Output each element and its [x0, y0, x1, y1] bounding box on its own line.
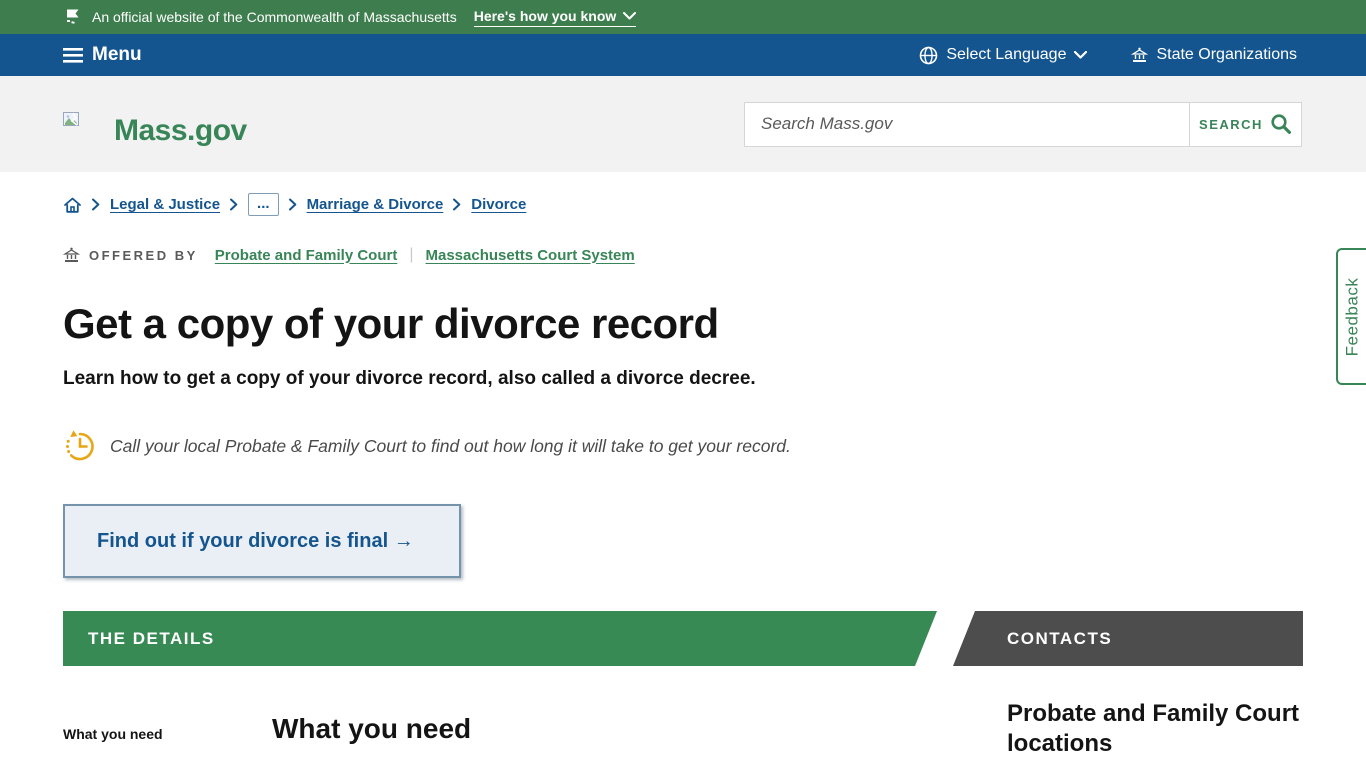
details-nav-sidebar: What you need	[63, 666, 272, 759]
breadcrumb-marriage-divorce[interactable]: Marriage & Divorce	[307, 196, 444, 213]
chevron-right-icon	[289, 198, 297, 211]
offered-by-label: OFFERED BY	[89, 248, 198, 263]
breadcrumb-ellipsis[interactable]: ...	[248, 193, 279, 216]
breadcrumb-legal-justice[interactable]: Legal & Justice	[110, 196, 220, 213]
capitol-building-icon	[63, 247, 80, 263]
site-header: Mass.gov SEARCH	[0, 76, 1366, 172]
search-input[interactable]	[745, 103, 1189, 146]
page-title: Get a copy of your divorce record	[63, 300, 1303, 348]
capitol-building-icon	[1131, 47, 1148, 63]
globe-icon	[919, 46, 938, 65]
offered-by-probate-court-link[interactable]: Probate and Family Court	[215, 247, 398, 264]
menu-button[interactable]: Menu	[63, 44, 142, 66]
breadcrumb: Legal & Justice ... Marriage & Divorce D…	[63, 193, 1303, 216]
offered-by-court-system-link[interactable]: Massachusetts Court System	[425, 247, 634, 264]
right-arrow-icon: →	[394, 530, 414, 552]
hamburger-icon	[63, 48, 83, 63]
official-banner-text: An official website of the Commonwealth …	[92, 9, 457, 25]
time-notice-text: Call your local Probate & Family Court t…	[110, 436, 791, 457]
chevron-down-icon	[1074, 51, 1087, 59]
breadcrumb-divorce[interactable]: Divorce	[471, 196, 526, 213]
state-organizations-link[interactable]: State Organizations	[1131, 46, 1297, 64]
feedback-label: Feedback	[1342, 277, 1362, 356]
chevron-down-icon	[623, 12, 636, 20]
details-content: What you need	[272, 666, 953, 759]
contacts-content: Probate and Family Court locations	[953, 666, 1303, 759]
logo-text: Mass.gov	[114, 114, 247, 148]
cta-text: Find out if your divorce is final	[97, 530, 388, 552]
section-banner-row: THE DETAILS CONTACTS	[63, 611, 1303, 666]
search-button[interactable]: SEARCH	[1189, 103, 1301, 146]
what-you-need-heading: What you need	[272, 713, 953, 745]
how-you-know-link[interactable]: Here's how you know	[474, 8, 637, 27]
state-flag-icon	[63, 7, 83, 27]
official-banner: An official website of the Commonwealth …	[0, 0, 1366, 34]
main-content: Legal & Justice ... Marriage & Divorce D…	[0, 193, 1366, 759]
clock-history-icon	[63, 428, 97, 464]
search-icon	[1270, 113, 1292, 135]
sidebar-item-what-you-need[interactable]: What you need	[63, 726, 272, 742]
page-lede: Learn how to get a copy of your divorce …	[63, 368, 1303, 390]
contacts-section-header: CONTACTS	[953, 611, 1303, 666]
chevron-right-icon	[230, 198, 238, 211]
massgov-logo[interactable]: Mass.gov	[63, 76, 247, 172]
offered-by-separator: |	[409, 246, 413, 264]
contacts-heading: Probate and Family Court locations	[1007, 699, 1303, 759]
broken-image-icon	[63, 112, 81, 129]
select-language-button[interactable]: Select Language	[919, 46, 1087, 65]
home-icon[interactable]	[63, 196, 82, 214]
details-section-header: THE DETAILS	[63, 611, 937, 666]
offered-by-row: OFFERED BY Probate and Family Court | Ma…	[63, 246, 1303, 264]
chevron-right-icon	[92, 198, 100, 211]
feedback-tab[interactable]: Feedback	[1336, 248, 1366, 385]
divorce-final-cta[interactable]: Find out if your divorce is final →	[63, 504, 461, 578]
time-notice: Call your local Probate & Family Court t…	[63, 428, 1303, 464]
chevron-right-icon	[453, 198, 461, 211]
site-search: SEARCH	[744, 102, 1302, 147]
main-navbar: Menu Select Language State Organiza	[0, 34, 1366, 76]
below-banners-row: What you need What you need Probate and …	[63, 666, 1303, 759]
